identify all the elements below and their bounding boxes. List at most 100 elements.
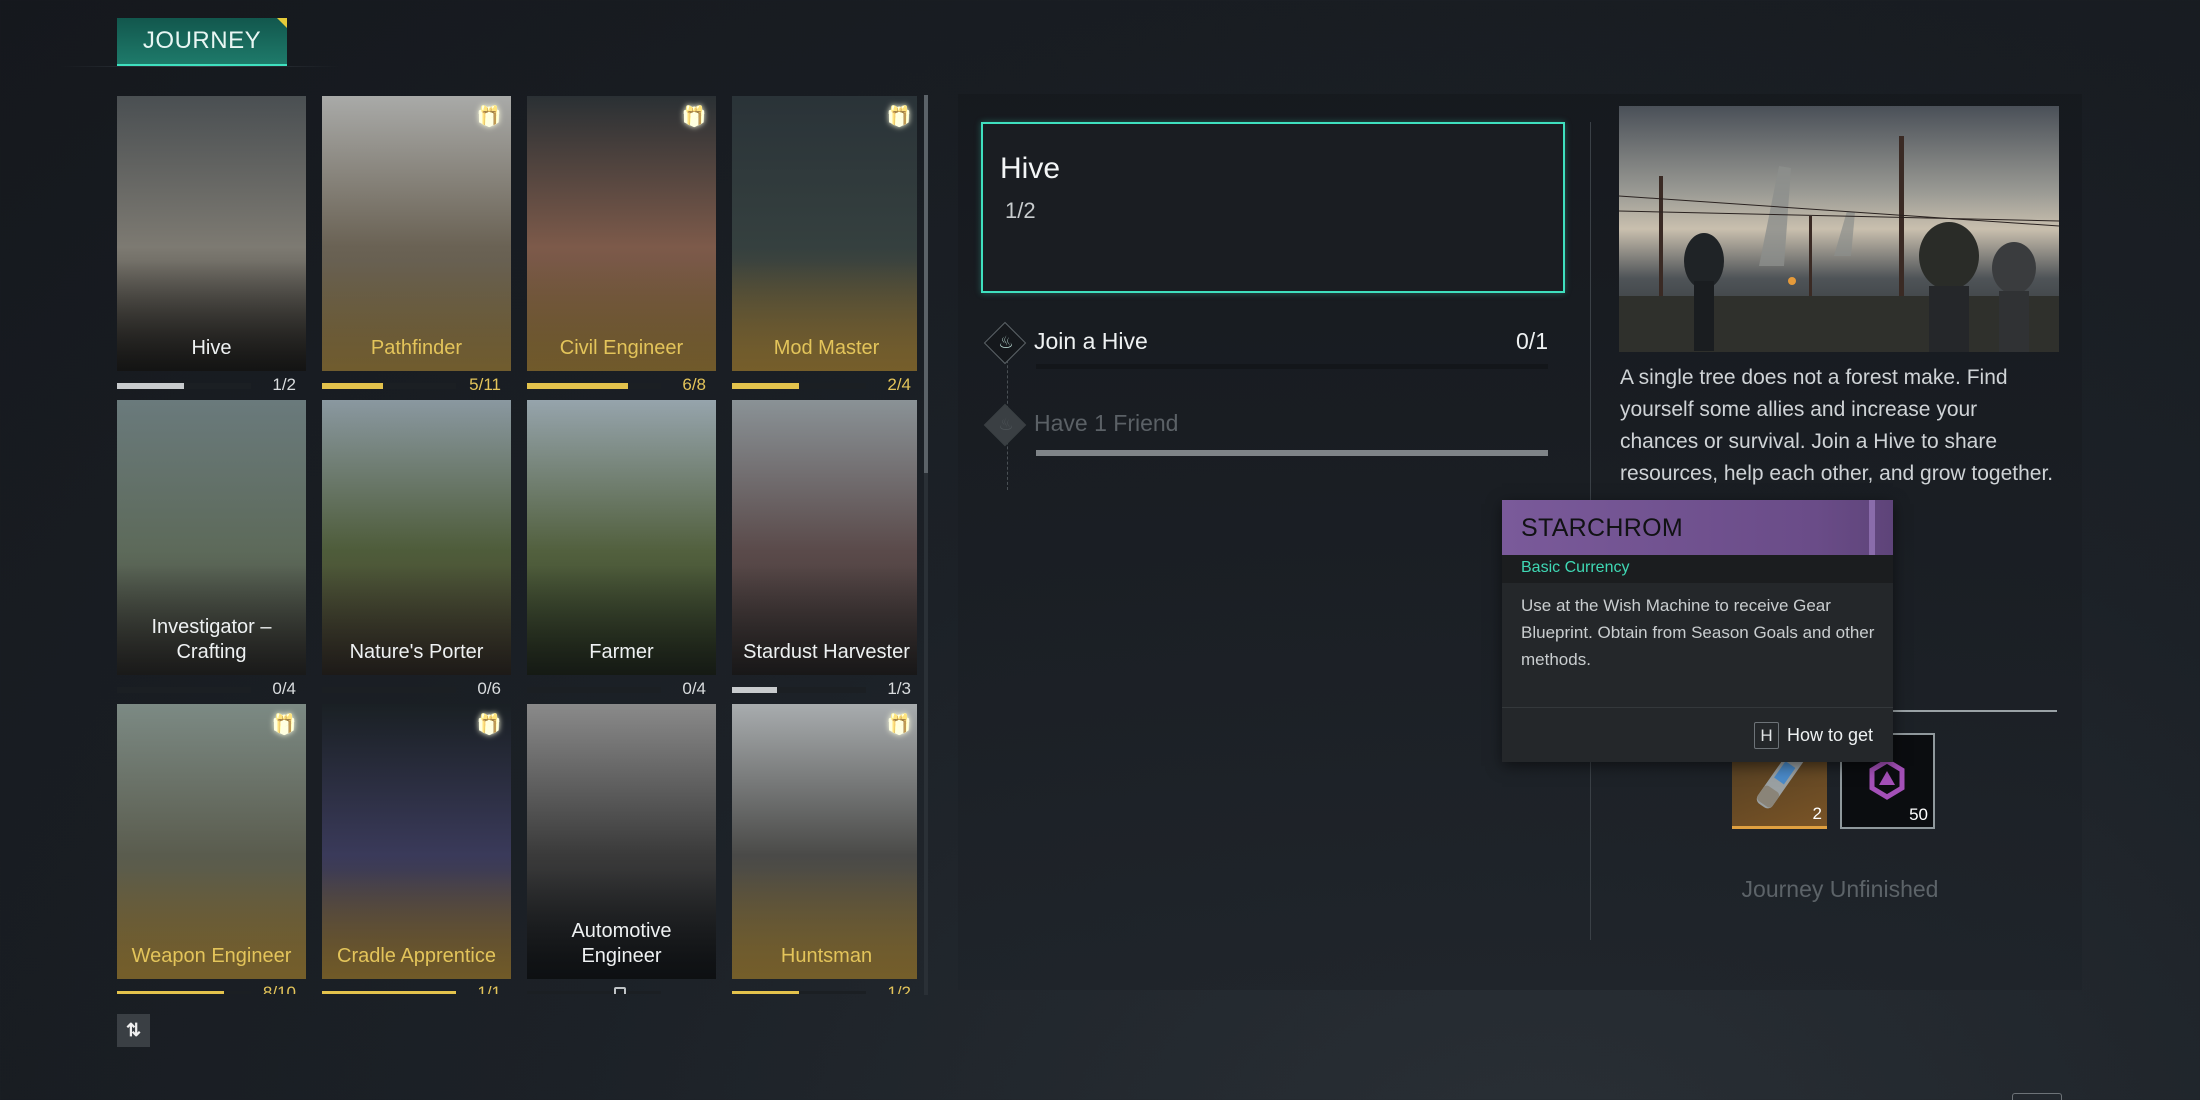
journey-status: Journey Unfinished bbox=[1741, 876, 1939, 902]
journey-card[interactable]: Nature's Porter bbox=[322, 400, 511, 675]
journey-card-title: Investigator – Crafting bbox=[151, 616, 272, 663]
journey-card-title: Weapon Engineer bbox=[131, 945, 292, 967]
journey-progress: 0/4 bbox=[117, 679, 306, 701]
journey-progress-count: 6/8 bbox=[682, 375, 706, 394]
reward-quantity: 50 bbox=[1909, 805, 1928, 824]
journey-progress: 6/8 bbox=[527, 375, 716, 397]
reward-gift-icon: 🎁 bbox=[476, 105, 502, 128]
campfire-icon: ♨ bbox=[998, 415, 1014, 434]
journey-progress-count: 0/4 bbox=[272, 679, 296, 698]
journey-description: A single tree does not a forest make. Fi… bbox=[1620, 366, 2054, 485]
journey-progress-track bbox=[527, 687, 661, 693]
reward-gift-icon: 🎁 bbox=[681, 105, 707, 128]
journey-progress-fill bbox=[732, 687, 777, 693]
journey-progress-track bbox=[322, 383, 456, 389]
reward-gift-icon: 🎁 bbox=[886, 105, 912, 128]
keybind-h: H bbox=[1753, 722, 1779, 749]
sort-button[interactable]: ⇅ bbox=[117, 1014, 150, 1047]
journey-card[interactable]: 🎁 Huntsman bbox=[732, 704, 917, 979]
task-label: Have 1 Friend bbox=[1034, 410, 1179, 436]
journey-progress-count: 0/4 bbox=[682, 679, 706, 698]
journey-progress: 1/3 bbox=[732, 679, 917, 701]
journey-card[interactable]: Farmer bbox=[527, 400, 716, 675]
journey-progress-count: 1/3 bbox=[887, 679, 911, 698]
journey-card-title: Cradle Apprentice bbox=[337, 945, 496, 967]
journey-progress: 0/6 bbox=[322, 679, 511, 701]
task-item[interactable]: ♨ Join a Hive 0/1 bbox=[983, 321, 1548, 388]
journey-card-title: Farmer bbox=[589, 641, 654, 663]
journey-progress-count: 1/2 bbox=[887, 983, 911, 994]
journey-card[interactable]: Hive bbox=[117, 96, 306, 371]
hero-scene bbox=[1619, 106, 2059, 352]
journey-card-title: Civil Engineer bbox=[559, 337, 684, 359]
tooltip-item-type: Basic Currency bbox=[1521, 559, 1630, 576]
journey-progress-fill bbox=[322, 991, 456, 994]
journey-progress: 1/1 bbox=[322, 983, 511, 994]
journey-progress-count: 2/4 bbox=[887, 375, 911, 394]
journey-hero-image bbox=[1619, 106, 2059, 352]
grid-scrollbar-thumb[interactable] bbox=[924, 95, 928, 473]
task-label: Join a Hive bbox=[1034, 328, 1148, 354]
journey-progress-fill bbox=[527, 383, 628, 389]
journey-progress: 8/10 bbox=[117, 983, 306, 994]
reward-gift-icon: 🎁 bbox=[271, 713, 297, 736]
tooltip-type-row: Basic Currency bbox=[1502, 555, 1893, 583]
how-to-get-label: How to get bbox=[1786, 725, 1873, 745]
journey-card[interactable]: 🎁 Cradle Apprentice bbox=[322, 704, 511, 979]
task-progress-bar bbox=[1036, 364, 1548, 369]
journey-progress-track bbox=[117, 687, 251, 693]
how-to-get-button[interactable]: H How to get bbox=[1753, 722, 1873, 749]
journey-progress-count: 0/6 bbox=[477, 679, 501, 698]
journey-progress-track bbox=[732, 991, 866, 994]
selected-journey-progress: 1/2 bbox=[1005, 198, 1036, 223]
journey-card-title: Nature's Porter bbox=[349, 641, 484, 663]
new-indicator-icon bbox=[277, 18, 287, 28]
journey-card-title: Huntsman bbox=[780, 945, 873, 967]
grid-scrollbar[interactable] bbox=[924, 95, 928, 995]
journey-progress-fill bbox=[117, 383, 184, 389]
journey-progress-count: 1/1 bbox=[477, 983, 501, 994]
journey-card[interactable]: Stardust Harvester bbox=[732, 400, 917, 675]
item-tooltip: STARCHROM Basic Currency Use at the Wish… bbox=[1502, 500, 1893, 762]
journey-progress-fill bbox=[117, 991, 225, 994]
task-progress-bar bbox=[1036, 450, 1548, 456]
journey-progress: 0/4 bbox=[527, 679, 716, 701]
journey-card[interactable]: 🎁 Pathfinder bbox=[322, 96, 511, 371]
journey-progress-count: 5/11 bbox=[469, 375, 501, 394]
journey-progress-fill bbox=[732, 991, 799, 994]
journey-progress: 5/11 bbox=[322, 375, 511, 397]
journey-progress-count: 1/2 bbox=[272, 375, 296, 394]
journey-card[interactable]: 🎁 Mod Master bbox=[732, 96, 917, 371]
journey-progress: 1/2 bbox=[732, 983, 917, 994]
tooltip-item-name: STARCHROM bbox=[1521, 514, 1683, 542]
journey-card-title: Stardust Harvester bbox=[743, 641, 910, 663]
journey-card[interactable]: 🎁 Civil Engineer bbox=[527, 96, 716, 371]
tooltip-divider bbox=[1502, 707, 1893, 708]
tooltip-header-stripe bbox=[1869, 500, 1875, 555]
journey-card[interactable]: Automotive Engineer bbox=[527, 704, 716, 979]
journey-card-title: Hive bbox=[191, 337, 232, 359]
header-divider bbox=[60, 66, 340, 67]
tooltip-header: STARCHROM bbox=[1502, 500, 1893, 555]
journey-card-title: Automotive Engineer bbox=[571, 920, 672, 967]
tab-journey[interactable]: JOURNEY bbox=[117, 18, 287, 66]
journey-progress-count: 8/10 bbox=[262, 983, 296, 994]
task-count: 0/1 bbox=[1516, 328, 1548, 354]
task-item: ♨ Have 1 Friend bbox=[983, 403, 1548, 470]
campfire-icon: ♨ bbox=[998, 333, 1014, 352]
journey-progress-track bbox=[117, 383, 251, 389]
journey-card[interactable]: 🎁 Weapon Engineer bbox=[117, 704, 306, 979]
journey-progress-track bbox=[527, 383, 661, 389]
journey-card-title: Pathfinder bbox=[370, 337, 463, 359]
journey-progress-fill bbox=[732, 383, 799, 389]
journey-progress: 2/4 bbox=[732, 375, 917, 397]
lock-icon bbox=[614, 987, 626, 994]
reward-quantity: 2 bbox=[1812, 804, 1822, 823]
selected-journey-header: Hive 1/2 bbox=[981, 122, 1565, 293]
journey-card[interactable]: Investigator – Crafting bbox=[117, 400, 306, 675]
reward-gift-icon: 🎁 bbox=[476, 713, 502, 736]
journey-progress-track bbox=[732, 383, 866, 389]
journey-progress-track bbox=[732, 687, 866, 693]
selected-journey-title: Hive bbox=[1000, 152, 1061, 185]
tooltip-description: Use at the Wish Machine to receive Gear … bbox=[1521, 596, 1875, 669]
